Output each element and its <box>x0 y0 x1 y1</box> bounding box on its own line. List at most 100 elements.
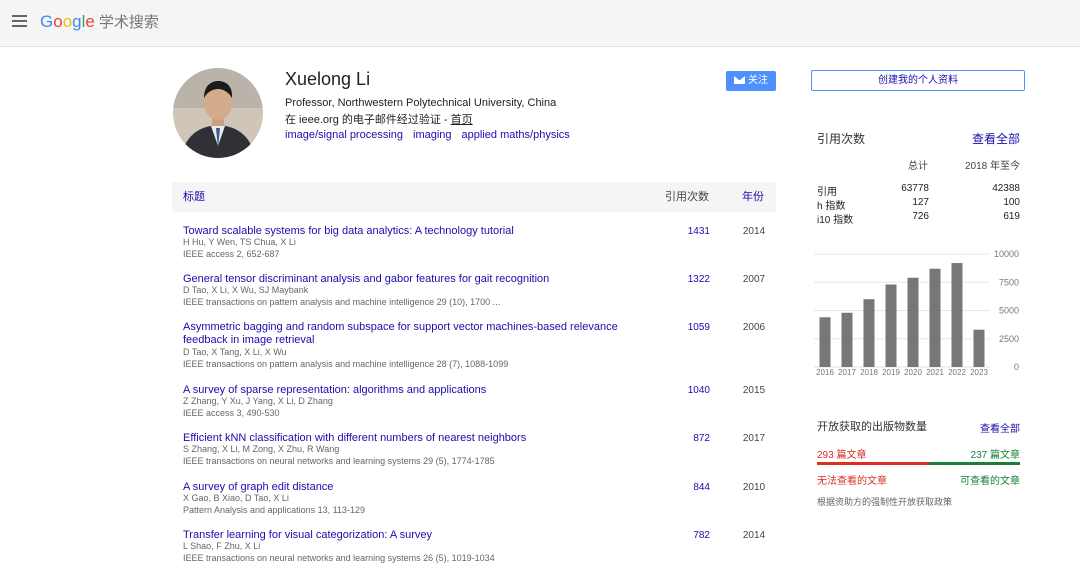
citations-per-year-chart: 2016 2017 2018 2019 2020 2021 2022 2023 0 2500 500… <box>814 249 1019 377</box>
publication-venue: IEEE transactions on pattern analysis an… <box>183 359 509 369</box>
open-access-note: 根据资助方的强制性开放获取政策 <box>817 497 953 507</box>
cited-by-count[interactable]: 1431 <box>670 225 710 238</box>
chart-y-tick-label: 2500 <box>999 334 1019 344</box>
interest-link[interactable]: image/signal processing <box>285 129 403 141</box>
stats-col-total: 总计 <box>908 161 928 172</box>
follow-button[interactable]: 关注 <box>726 71 776 91</box>
logo-suffix: 学术搜索 <box>98 14 159 31</box>
open-access-bar <box>817 462 1020 465</box>
publication-year: 2015 <box>742 385 766 396</box>
chart-x-tick-label: 2019 <box>882 368 900 377</box>
publications-header: 标题 引用次数 年份 <box>172 182 776 212</box>
cited-by-count[interactable]: 782 <box>670 529 710 542</box>
chart-y-tick-label: 5000 <box>999 306 1019 316</box>
publication-year: 2017 <box>742 433 766 444</box>
publication-authors: H Hu, Y Wen, TS Chua, X Li <box>183 237 296 247</box>
stat-recent: 100 <box>1003 197 1020 208</box>
logo-letter: o <box>53 12 63 31</box>
unavailable-count[interactable]: 293 篇文章 <box>817 446 866 461</box>
profile-name: Xuelong Li <box>285 69 371 89</box>
create-profile-button[interactable]: 创建我的个人资料 <box>811 70 1025 91</box>
sort-by-title[interactable]: 标题 <box>183 182 205 212</box>
stat-recent: 619 <box>1003 211 1020 222</box>
interest-link[interactable]: applied maths/physics <box>462 129 570 141</box>
chart-bar[interactable] <box>951 263 963 367</box>
stat-label: h 指数 <box>817 201 846 212</box>
chart-bar[interactable] <box>885 284 897 367</box>
cited-by-count[interactable]: 844 <box>670 481 710 494</box>
publication-venue: IEEE transactions on neural networks and… <box>183 553 495 563</box>
publication-venue: Pattern Analysis and applications 13, 11… <box>183 505 365 515</box>
sort-by-cited[interactable]: 引用次数 <box>665 182 709 212</box>
chart-x-tick-label: 2018 <box>860 368 878 377</box>
publication-year: 2007 <box>742 274 766 285</box>
logo-letter: o <box>62 12 73 31</box>
chart-x-tick-label: 2016 <box>816 368 834 377</box>
cited-by-count[interactable]: 1059 <box>670 321 710 334</box>
chart-bar[interactable] <box>929 268 941 367</box>
publication-venue: IEEE access 3, 490-530 <box>183 408 280 418</box>
chart-x-tick-label: 2023 <box>970 368 988 377</box>
cited-by-count[interactable]: 872 <box>670 432 710 445</box>
unavailable-label: 无法查看的文章 <box>817 476 887 487</box>
publication-authors: L Shao, F Zhu, X Li <box>183 541 261 551</box>
stat-label: 引用 <box>817 187 837 198</box>
stat-recent: 42388 <box>992 183 1020 194</box>
stat-total: 726 <box>912 211 929 222</box>
chart-bar[interactable] <box>973 329 985 367</box>
menu-icon[interactable] <box>12 15 27 27</box>
publication-year: 2006 <box>742 322 766 333</box>
available-label: 可查看的文章 <box>960 476 1020 487</box>
google-scholar-logo[interactable]: Google 学术搜索 <box>40 12 159 33</box>
chart-bar[interactable] <box>819 317 831 367</box>
publication-year: 2010 <box>742 482 766 493</box>
chart-x-tick-label: 2017 <box>838 368 856 377</box>
profile-email-verified: 在 ieee.org 的电子邮件经过验证 - 首页 <box>285 111 473 127</box>
publication-venue: IEEE transactions on pattern analysis an… <box>183 297 501 307</box>
profile-affiliation: Professor, Northwestern Polytechnical Un… <box>285 97 557 109</box>
publication-venue: IEEE access 2, 652-687 <box>183 249 280 259</box>
chart-bar[interactable] <box>907 277 919 367</box>
chart-y-tick-label: 0 <box>1014 362 1019 372</box>
publication-title[interactable]: Asymmetric bagging and random subspace f… <box>183 321 653 347</box>
email-verified-text: 在 ieee.org 的电子邮件经过验证 - <box>285 114 451 126</box>
open-access-bar-unavailable <box>817 462 930 465</box>
open-access-title: 开放获取的出版物数量 <box>817 421 927 433</box>
logo-letter: e <box>85 12 95 31</box>
cited-by-title: 引用次数 <box>817 132 866 146</box>
research-interests: image/signal processing imaging applied ma… <box>285 129 580 141</box>
cited-by-count[interactable]: 1322 <box>670 273 710 286</box>
publication-venue: IEEE transactions on neural networks and… <box>183 456 495 466</box>
interest-link[interactable]: imaging <box>413 129 452 141</box>
cited-by-view-all[interactable]: 查看全部 <box>960 130 1020 147</box>
chart-bar[interactable] <box>841 312 853 367</box>
chart-x-tick-label: 2021 <box>926 368 944 377</box>
chart-y-tick-label: 10000 <box>994 249 1019 259</box>
stats-col-recent: 2018 年至今 <box>964 161 1020 172</box>
chart-x-tick-label: 2022 <box>948 368 966 377</box>
open-access-view-all[interactable]: 查看全部 <box>960 420 1020 435</box>
chart-bar[interactable] <box>863 299 875 367</box>
available-count[interactable]: 237 篇文章 <box>940 446 1020 461</box>
chart-x-tick-label: 2020 <box>904 368 922 377</box>
publication-authors: X Gao, B Xiao, D Tao, X Li <box>183 493 289 503</box>
publication-authors: S Zhang, X Li, M Zong, X Zhu, R Wang <box>183 444 340 454</box>
publication-year: 2014 <box>742 226 766 237</box>
stat-total: 127 <box>912 197 929 208</box>
follow-label: 关注 <box>748 75 768 86</box>
stat-total: 63778 <box>901 183 929 194</box>
homepage-link[interactable]: 首页 <box>451 114 473 126</box>
logo-letter: G <box>40 12 54 31</box>
publication-authors: Z Zhang, Y Xu, J Yang, X Li, D Zhang <box>183 396 333 406</box>
logo-letter: g <box>72 12 82 31</box>
cited-by-count[interactable]: 1040 <box>670 384 710 397</box>
publication-authors: D Tao, X Tang, X Li, X Wu <box>183 347 287 357</box>
chart-y-tick-label: 7500 <box>999 277 1019 287</box>
stat-label: i10 指数 <box>817 215 854 226</box>
profile-avatar <box>173 68 263 158</box>
publication-year: 2014 <box>742 530 766 541</box>
top-bar: Google 学术搜索 <box>0 0 1080 47</box>
mail-icon <box>734 76 745 84</box>
sort-by-year[interactable]: 年份 <box>742 182 764 212</box>
publication-authors: D Tao, X Li, X Wu, SJ Maybank <box>183 285 309 295</box>
